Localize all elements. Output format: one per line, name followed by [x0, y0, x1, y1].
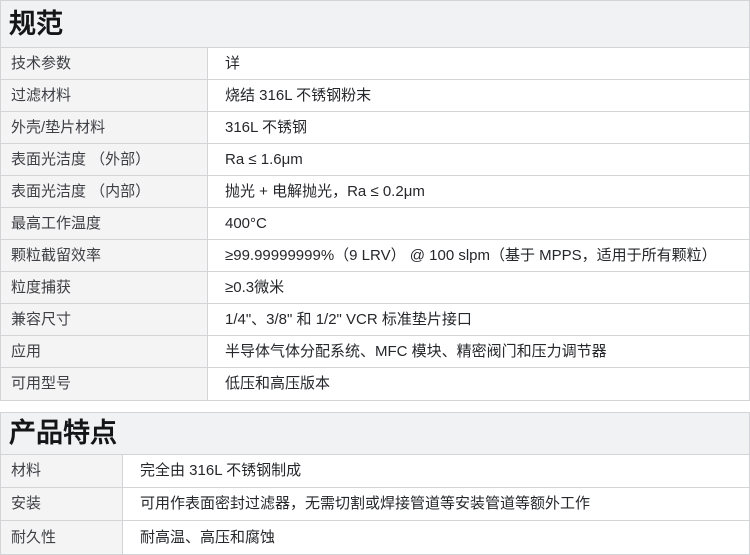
- spec-label: 表面光洁度 （内部）: [1, 176, 208, 207]
- spec-row: 兼容尺寸 1/4"、3/8" 和 1/2" VCR 标准垫片接口: [1, 304, 749, 336]
- spec-row: 表面光洁度 （内部） 抛光 + 电解抛光，Ra ≤ 0.2μm: [1, 176, 749, 208]
- spec-row: 技术参数 详: [1, 48, 749, 80]
- spec-label: 粒度捕获: [1, 272, 208, 303]
- spec-value: 316L 不锈钢: [208, 112, 749, 143]
- feature-label: 安装: [1, 488, 123, 520]
- spec-row: 最高工作温度 400°C: [1, 208, 749, 240]
- spec-row: 可用型号 低压和高压版本: [1, 368, 749, 400]
- spec-row: 应用 半导体气体分配系统、MFC 模块、精密阀门和压力调节器: [1, 336, 749, 368]
- feature-label: 材料: [1, 455, 123, 487]
- spec-row: 粒度捕获 ≥0.3微米: [1, 272, 749, 304]
- spec-value: 详: [208, 48, 749, 79]
- spec-label: 可用型号: [1, 368, 208, 400]
- feature-row: 安装 可用作表面密封过滤器，无需切割或焊接管道等安装管道等额外工作: [1, 488, 749, 521]
- spec-label: 表面光洁度 （外部）: [1, 144, 208, 175]
- spec-value: 400°C: [208, 208, 749, 239]
- spec-label: 兼容尺寸: [1, 304, 208, 335]
- spec-value: ≥0.3微米: [208, 272, 749, 303]
- spec-value: 低压和高压版本: [208, 368, 749, 400]
- spec-label: 颗粒截留效率: [1, 240, 208, 271]
- features-heading-band: 产品特点: [1, 413, 749, 455]
- spec-row: 表面光洁度 （外部） Ra ≤ 1.6μm: [1, 144, 749, 176]
- features-table: 材料 完全由 316L 不锈钢制成 安装 可用作表面密封过滤器，无需切割或焊接管…: [1, 455, 749, 554]
- spec-value: 抛光 + 电解抛光，Ra ≤ 0.2μm: [208, 176, 749, 207]
- specifications-title: 规范: [9, 11, 63, 38]
- section-specifications: 规范 技术参数 详 过滤材料 烧结 316L 不锈钢粉末 外壳/垫片材料 316…: [0, 0, 750, 401]
- feature-value: 可用作表面密封过滤器，无需切割或焊接管道等安装管道等额外工作: [123, 488, 749, 520]
- spec-label: 过滤材料: [1, 80, 208, 111]
- spec-value: 烧结 316L 不锈钢粉末: [208, 80, 749, 111]
- feature-row: 耐久性 耐高温、高压和腐蚀: [1, 521, 749, 554]
- product-spec-page: 规范 技术参数 详 过滤材料 烧结 316L 不锈钢粉末 外壳/垫片材料 316…: [0, 0, 750, 555]
- features-title: 产品特点: [9, 420, 117, 447]
- feature-label: 耐久性: [1, 521, 123, 554]
- feature-value: 耐高温、高压和腐蚀: [123, 521, 749, 554]
- spec-row: 颗粒截留效率 ≥99.99999999%（9 LRV） @ 100 slpm（基…: [1, 240, 749, 272]
- section-product-features: 产品特点 材料 完全由 316L 不锈钢制成 安装 可用作表面密封过滤器，无需切…: [0, 412, 750, 555]
- specifications-heading-band: 规范: [1, 1, 749, 48]
- feature-value: 完全由 316L 不锈钢制成: [123, 455, 749, 487]
- specifications-table: 技术参数 详 过滤材料 烧结 316L 不锈钢粉末 外壳/垫片材料 316L 不…: [1, 48, 749, 400]
- spec-value: 半导体气体分配系统、MFC 模块、精密阀门和压力调节器: [208, 336, 749, 367]
- spec-label: 外壳/垫片材料: [1, 112, 208, 143]
- spec-value: Ra ≤ 1.6μm: [208, 144, 749, 175]
- spec-label: 最高工作温度: [1, 208, 208, 239]
- spec-label: 技术参数: [1, 48, 208, 79]
- spec-value: 1/4"、3/8" 和 1/2" VCR 标准垫片接口: [208, 304, 749, 335]
- feature-row: 材料 完全由 316L 不锈钢制成: [1, 455, 749, 488]
- spec-row: 过滤材料 烧结 316L 不锈钢粉末: [1, 80, 749, 112]
- spec-value: ≥99.99999999%（9 LRV） @ 100 slpm（基于 MPPS，…: [208, 240, 749, 271]
- spec-label: 应用: [1, 336, 208, 367]
- spec-row: 外壳/垫片材料 316L 不锈钢: [1, 112, 749, 144]
